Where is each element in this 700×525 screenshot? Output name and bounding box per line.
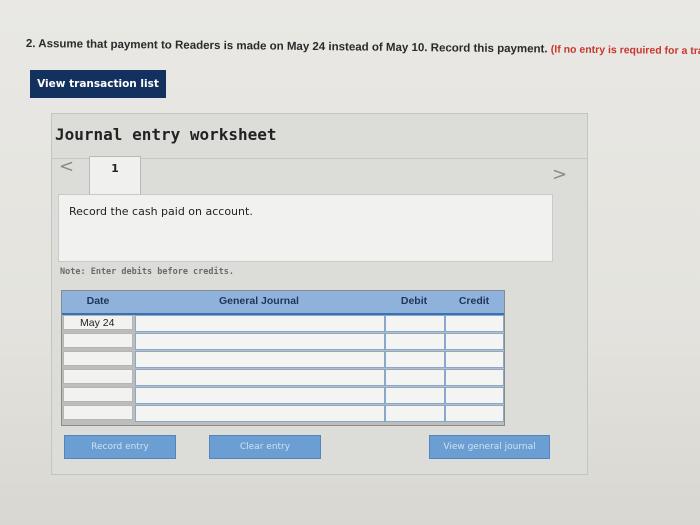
journal-table: Date General Journal Debit Credit May 24 (61, 290, 505, 426)
clear-entry-button[interactable]: Clear entry (209, 435, 321, 459)
instruction-box: Record the cash paid on account. (58, 194, 553, 262)
account-input[interactable] (135, 333, 385, 350)
credit-input[interactable] (445, 315, 504, 332)
credit-input[interactable] (445, 351, 504, 368)
view-transaction-list-button[interactable]: View transaction list (30, 70, 166, 98)
account-input[interactable] (135, 369, 385, 386)
tab-entry-1[interactable]: 1 (89, 156, 141, 195)
account-input[interactable] (135, 315, 385, 332)
table-row (62, 404, 504, 422)
credit-input[interactable] (445, 387, 504, 404)
table-row (62, 332, 504, 350)
journal-header-row: Date General Journal Debit Credit (62, 291, 504, 315)
chevron-right-icon[interactable]: > (552, 164, 567, 185)
account-input[interactable] (135, 387, 385, 404)
debit-input[interactable] (385, 387, 445, 404)
date-cell: May 24 (63, 315, 133, 330)
date-cell (63, 369, 133, 384)
account-input[interactable] (135, 351, 385, 368)
table-row (62, 350, 504, 368)
date-cell (63, 405, 133, 420)
general-journal-header: General Journal (219, 295, 299, 307)
debit-input[interactable] (385, 351, 445, 368)
debit-input[interactable] (385, 369, 445, 386)
date-header: Date (86, 295, 110, 307)
table-row (62, 368, 504, 386)
instruction-text: Record the cash paid on account. (69, 205, 253, 218)
chevron-left-icon[interactable]: < (59, 156, 74, 177)
table-row (62, 386, 504, 404)
credit-input[interactable] (445, 369, 504, 386)
credit-header: Credit (458, 295, 490, 307)
journal-entry-worksheet: Journal entry worksheet < 1 > Record the… (51, 113, 588, 475)
credit-input[interactable] (445, 333, 504, 350)
view-general-journal-button[interactable]: View general journal (429, 435, 550, 459)
date-cell (63, 387, 133, 402)
account-input[interactable] (135, 405, 385, 422)
question-body: 2. Assume that payment to Readers is mad… (25, 38, 548, 56)
debit-input[interactable] (385, 333, 445, 350)
table-row: May 24 (62, 314, 504, 332)
date-cell (63, 351, 133, 366)
debit-input[interactable] (385, 315, 445, 332)
debit-input[interactable] (385, 405, 445, 422)
worksheet-title: Journal entry worksheet (55, 125, 277, 144)
debit-header: Debit (400, 295, 428, 307)
date-cell (63, 333, 133, 348)
credit-input[interactable] (445, 405, 504, 422)
record-entry-button[interactable]: Record entry (64, 435, 176, 459)
question-note: (If no entry is required for a tra (550, 43, 700, 58)
question-text: 2. Assume that payment to Readers is mad… (26, 38, 700, 57)
debit-credit-note: Note: Enter debits before credits. (60, 267, 234, 277)
